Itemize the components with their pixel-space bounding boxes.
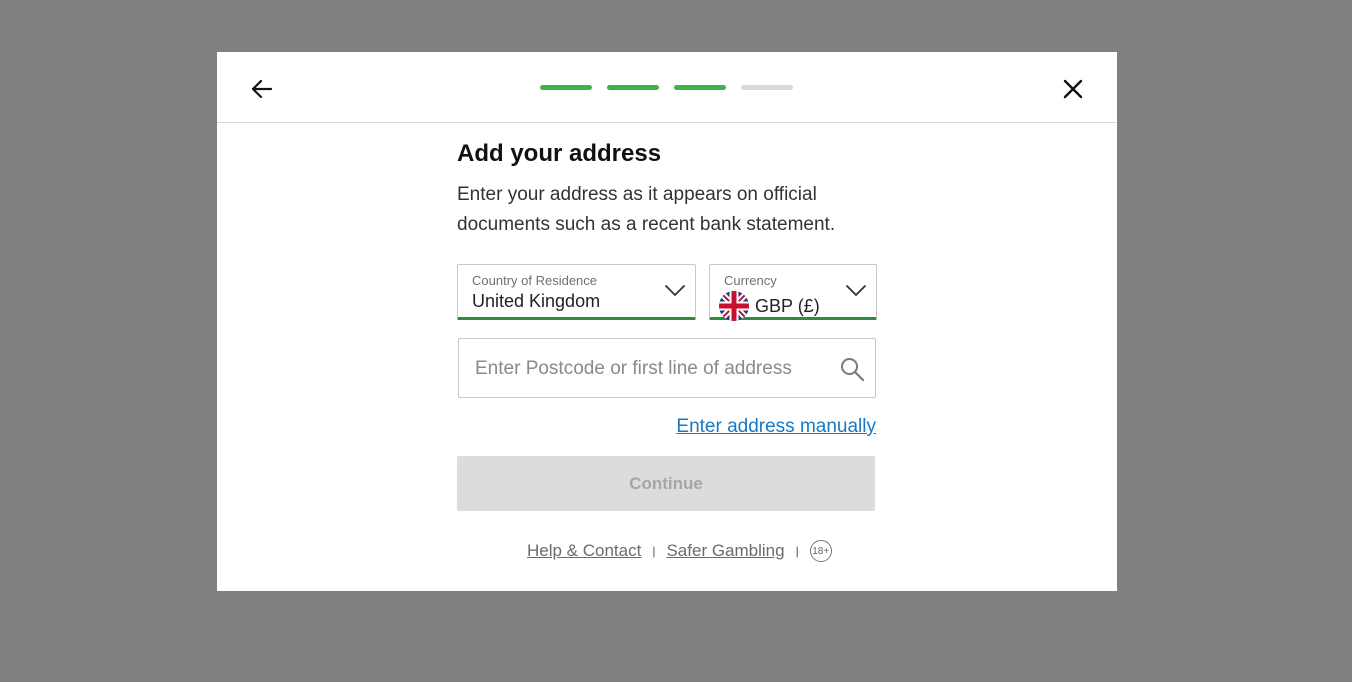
close-button[interactable] — [1060, 76, 1086, 102]
modal-header — [217, 52, 1117, 123]
address-modal: Add your address Enter your address as i… — [217, 52, 1117, 591]
currency-select[interactable]: Currency GBP (£) — [709, 264, 877, 321]
country-select-value: United Kingdom — [472, 291, 601, 311]
country-select-label: Country of Residence — [472, 273, 598, 288]
back-button[interactable] — [249, 76, 275, 102]
progress-step-4 — [741, 85, 793, 90]
country-select[interactable]: Country of Residence United Kingdom — [457, 264, 696, 320]
age-restriction-badge: 18+ — [809, 540, 832, 562]
arrow-left-icon — [251, 79, 273, 99]
progress-step-2 — [607, 85, 659, 90]
footer-links: Help & Contact | Safer Gambling | 18+ — [527, 540, 832, 562]
progress-step-1 — [540, 85, 592, 90]
footer-separator: | — [795, 544, 799, 558]
chevron-down-icon — [665, 285, 685, 296]
close-icon — [1063, 79, 1083, 99]
page-title: Add your address — [457, 140, 662, 167]
currency-select-label: Currency — [724, 273, 777, 288]
progress-indicator — [540, 85, 793, 90]
currency-select-display: GBP (£) — [719, 291, 820, 321]
currency-select-value: GBP (£) — [755, 295, 820, 316]
page-subtitle: Enter your address as it appears on offi… — [457, 184, 836, 235]
footer-separator: | — [652, 544, 656, 558]
enter-address-manually-link[interactable]: Enter address manually — [676, 416, 876, 438]
chevron-down-icon — [846, 285, 866, 296]
address-search-field — [458, 338, 876, 398]
uk-flag-icon — [719, 291, 749, 321]
search-icon[interactable] — [839, 356, 865, 382]
progress-step-3 — [674, 85, 726, 90]
help-contact-link[interactable]: Help & Contact — [527, 541, 641, 561]
safer-gambling-link[interactable]: Safer Gambling — [666, 541, 784, 561]
continue-button[interactable]: Continue — [457, 456, 875, 511]
address-search-input[interactable] — [473, 353, 837, 385]
